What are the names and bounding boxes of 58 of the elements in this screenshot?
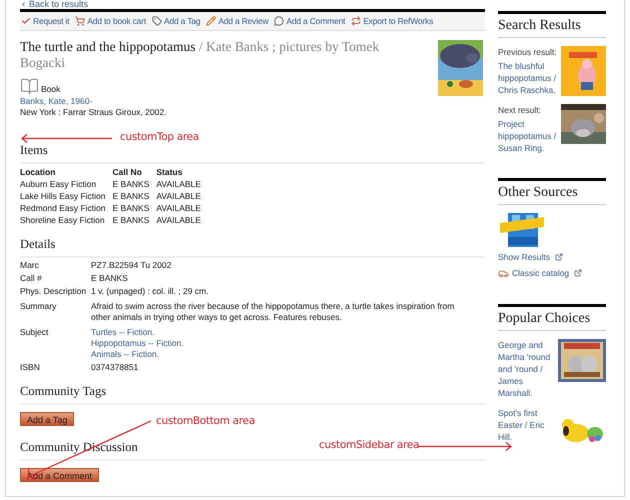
result-label: Next result: — [498, 104, 542, 116]
detail-value: Afraid to swim across the river because of the hippopotamus there, a turtle takes inspiration from other animals in trying other ways to get across. Features rebuses. — [91, 301, 456, 323]
popular-link[interactable]: Spot's first Easter / Eric Hill. — [498, 407, 556, 447]
result-link[interactable]: The blushful hippopotamus / Chris Raschka. — [498, 60, 559, 96]
source-link[interactable]: Classic catalog — [498, 267, 606, 279]
source-link[interactable]: Show Results — [498, 251, 606, 263]
subject-link[interactable]: Turtles -- Fiction. — [91, 327, 476, 338]
subject-link[interactable]: Animals -- Fiction. — [91, 349, 476, 360]
column-header: Location — [20, 167, 56, 177]
popular-link[interactable]: George and Martha 'round and 'round / James Marshall. — [498, 339, 556, 399]
add-tag-button[interactable]: Add a Tag — [20, 412, 74, 426]
table-cell: E BANKS — [112, 179, 150, 189]
detail-value: E BANKS — [91, 273, 129, 284]
format-label: Book — [41, 83, 60, 96]
table-cell: Auburn Easy Fiction — [20, 179, 96, 189]
detail-label: Phys. Description — [20, 286, 88, 297]
annotation-label: customBottom area — [156, 414, 255, 429]
table-cell: E BANKS — [112, 215, 150, 225]
table-cell: AVAILABLE — [156, 191, 201, 201]
section-heading: Community Tags — [20, 384, 106, 398]
table-cell: Redmond Easy Fiction — [20, 203, 106, 213]
section-heading: Popular Choices — [498, 311, 590, 326]
section-heading: Search Results — [498, 18, 581, 33]
toolbar-link[interactable]: Add a Tag — [152, 14, 200, 28]
annotation-label: customTop area — [120, 130, 199, 145]
table-cell: AVAILABLE — [156, 179, 201, 189]
detail-label: Marc — [20, 260, 40, 271]
back-link[interactable]: Back to results — [20, 0, 485, 8]
subject-link[interactable]: Hippopotamus -- Fiction. — [91, 338, 476, 349]
toolbar-link[interactable]: Add a Comment — [274, 14, 346, 28]
publication-text: New York : Farrar Straus Giroux, 2002. — [20, 107, 168, 118]
toolbar-link[interactable]: Add a Review — [206, 14, 268, 28]
toolbar-link[interactable]: Request it — [21, 14, 70, 28]
table-cell: E BANKS — [112, 203, 150, 213]
column-header: Status — [156, 167, 182, 177]
toolbar-link[interactable]: Export to RefWorks — [351, 14, 434, 28]
section-heading: Items — [20, 143, 48, 157]
detail-value: 0374378851 — [91, 362, 140, 373]
table-cell: Shoreline Easy Fiction — [20, 215, 105, 225]
table-cell: Lake Hills Easy Fiction — [20, 191, 106, 201]
detail-label: Call # — [20, 273, 43, 284]
table-cell: AVAILABLE — [156, 203, 201, 213]
detail-value: PZ7.B22594 Tu 2002 — [91, 260, 172, 271]
detail-value: 1 v. (unpaged) : col. ill. ; 29 cm. — [91, 286, 210, 297]
detail-label: Summary — [20, 301, 58, 313]
table-cell: AVAILABLE — [156, 215, 201, 225]
author-link[interactable]: Banks, Kate, 1960- — [20, 96, 438, 107]
section-heading: Other Sources — [498, 185, 578, 200]
detail-label: ISBN — [20, 362, 41, 373]
table-cell: E BANKS — [112, 191, 150, 201]
record-title: The turtle and the hippopotamus / Kate Banks ; pictures by Tomek Bogacki — [20, 39, 380, 71]
section-heading: Details — [20, 237, 56, 251]
annotation-label: customSidebar area — [319, 438, 420, 453]
result-label: Previous result: — [498, 46, 558, 58]
result-link[interactable]: Project hippopotamus / Susan Ring. — [498, 118, 559, 154]
detail-label: Subject — [20, 327, 50, 339]
toolbar-link[interactable]: Add to book cart — [75, 14, 146, 28]
column-header: Call No — [112, 167, 142, 177]
